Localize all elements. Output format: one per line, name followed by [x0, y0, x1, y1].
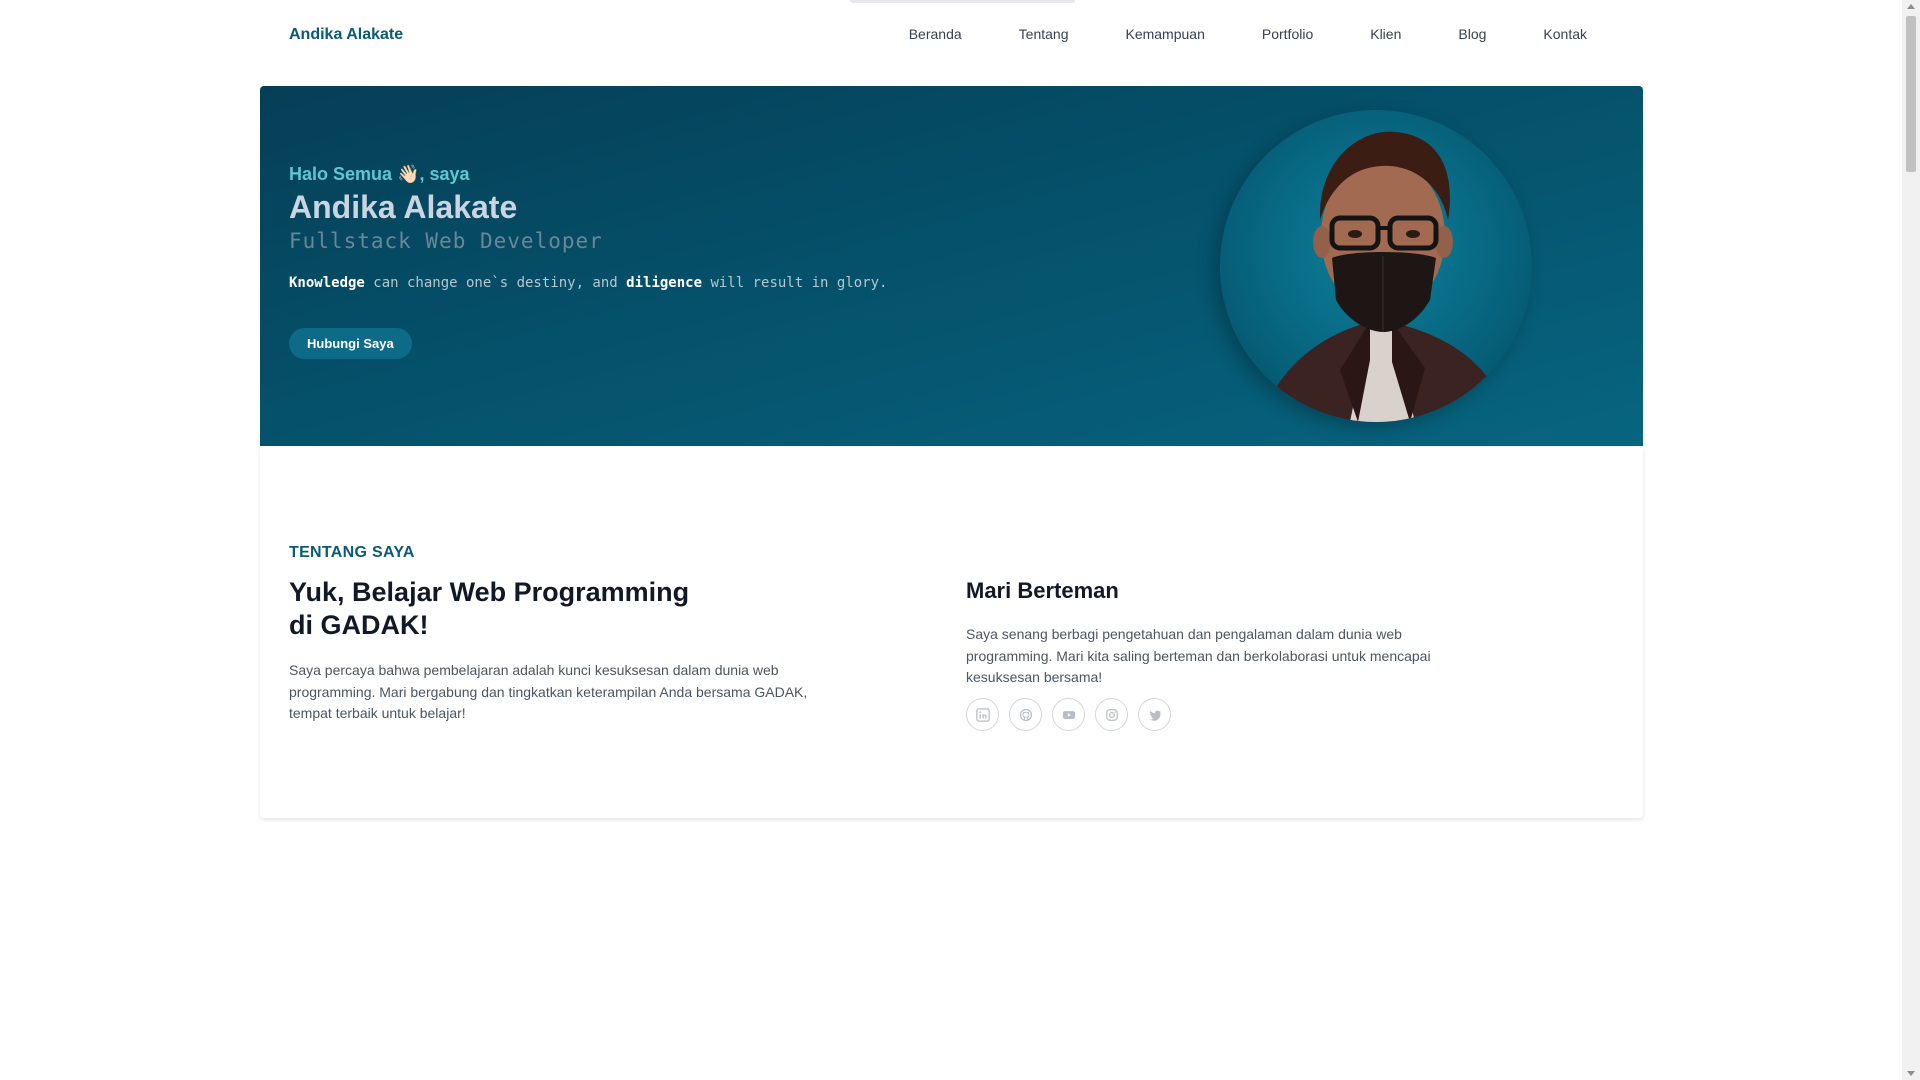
brand-logo[interactable]: Andika Alakate: [289, 26, 403, 44]
quote-keyword-knowledge: Knowledge: [289, 275, 365, 291]
nav-item-blog[interactable]: Blog: [1458, 26, 1486, 42]
avatar: [1220, 110, 1532, 422]
twitter-icon: [1149, 710, 1161, 721]
hero-name: Andika Alakate: [289, 189, 518, 225]
quote-text-end: will result in glory.: [702, 275, 888, 291]
linkedin-button[interactable]: [966, 698, 999, 731]
social-links: [966, 698, 1171, 731]
social-title: Mari Berteman: [966, 578, 1119, 603]
github-button[interactable]: [1009, 698, 1042, 731]
about-section: TENTANG SAYA Yuk, Belajar Web Programmin…: [260, 446, 1643, 818]
instagram-icon: [1105, 708, 1118, 721]
hero-greeting: Halo Semua 👋🏻, saya: [289, 164, 470, 184]
nav-item-kemampuan[interactable]: Kemampuan: [1125, 26, 1204, 42]
scroll-down-arrow-icon[interactable]: [1907, 1071, 1915, 1076]
hero-section: Halo Semua 👋🏻, saya Andika Alakate Fulls…: [260, 86, 1643, 446]
github-icon: [1019, 708, 1032, 721]
nav-item-tentang[interactable]: Tentang: [1019, 26, 1069, 42]
quote-text-mid: can change one`s destiny, and: [364, 275, 627, 291]
page-scrollbar[interactable]: [1902, 0, 1920, 1080]
scroll-thumb[interactable]: [1906, 16, 1916, 172]
social-description: Saya senang berbagi pengetahuan dan peng…: [966, 626, 1431, 685]
youtube-icon: [1062, 710, 1075, 719]
contact-button[interactable]: Hubungi Saya: [289, 328, 412, 359]
quote-keyword-diligence: diligence: [626, 275, 703, 291]
nav-item-portfolio[interactable]: Portfolio: [1262, 26, 1313, 42]
youtube-button[interactable]: [1052, 698, 1085, 731]
nav-item-kontak[interactable]: Kontak: [1543, 26, 1587, 42]
twitter-button[interactable]: [1138, 698, 1171, 731]
nav-item-beranda[interactable]: Beranda: [909, 26, 962, 42]
nav-menu: Beranda Tentang Kemampuan Portfolio Klie…: [852, 26, 1587, 42]
nav-indicator: [850, 0, 1075, 3]
about-title: Yuk, Belajar Web Programming di GADAK!: [289, 577, 690, 640]
instagram-button[interactable]: [1095, 698, 1128, 731]
linkedin-icon: [975, 707, 990, 722]
hero-role: Fullstack Web Developer: [289, 229, 603, 253]
scroll-up-arrow-icon[interactable]: [1907, 4, 1915, 9]
nav-item-klien[interactable]: Klien: [1370, 26, 1401, 42]
hero-quote: Knowledge can change one`s destiny, and …: [289, 275, 887, 291]
portrait-photo-icon: [1260, 131, 1510, 422]
navbar: Andika Alakate Beranda Tentang Kemampuan…: [0, 0, 1898, 72]
about-description: Saya percaya bahwa pembelajaran adalah k…: [289, 662, 808, 721]
about-eyebrow: TENTANG SAYA: [289, 544, 415, 561]
